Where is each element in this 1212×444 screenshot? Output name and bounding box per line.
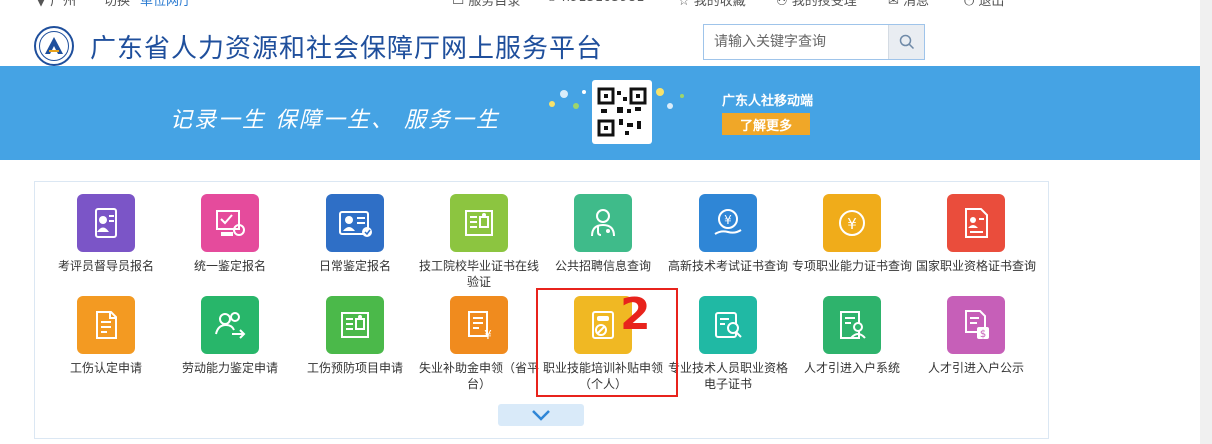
diploma-icon xyxy=(450,194,508,252)
doctor-icon xyxy=(574,194,632,252)
learn-more-button[interactable]: 了解更多 xyxy=(722,113,810,135)
user-account-link[interactable]: ⚇ n915105981 xyxy=(546,0,644,5)
messages-link[interactable]: ✉ 消息 xyxy=(888,0,929,9)
decorative-bubbles-icon xyxy=(549,90,586,109)
logout-label: 退出 xyxy=(978,0,1005,9)
service-label: 专业技术人员职业资格电子证书 xyxy=(668,361,789,391)
svg-text:¥: ¥ xyxy=(484,328,492,342)
document-person-icon xyxy=(947,194,1005,252)
service-talent-household-publicity[interactable]: $ 人才引进入户公示 xyxy=(914,296,1038,376)
service-label: 工伤预防项目申请 xyxy=(306,361,403,375)
logout-link[interactable]: ⏻ 退出 xyxy=(964,0,1004,9)
service-public-recruitment[interactable]: 公共招聘信息查询 xyxy=(541,194,665,274)
region-label: 广州 xyxy=(50,0,77,9)
svg-text:¥: ¥ xyxy=(847,215,857,233)
search-box xyxy=(703,24,925,60)
service-technical-school-verification[interactable]: 技工院校毕业证书在线验证 xyxy=(417,194,541,290)
service-unemployment-subsidy[interactable]: ¥ 失业补助金申领（省平台） xyxy=(417,296,541,392)
decorative-bubbles-icon xyxy=(656,88,684,109)
service-labor-ability-appraisal[interactable]: 劳动能力鉴定申请 xyxy=(168,296,292,376)
search-certificate-icon xyxy=(699,296,757,354)
document-plus-icon xyxy=(77,296,135,354)
expand-more-button[interactable] xyxy=(498,404,584,426)
service-talent-household-system[interactable]: 人才引进入户系统 xyxy=(790,296,914,376)
people-exchange-icon xyxy=(201,296,259,354)
banner-slogan: 记录一生 保障一生、 服务一生 xyxy=(170,108,500,133)
service-label: 公共招聘信息查询 xyxy=(554,259,651,273)
svg-text:$: $ xyxy=(980,329,986,340)
service-national-qualification[interactable]: 国家职业资格证书查询 xyxy=(914,194,1038,274)
person-document-icon xyxy=(823,296,881,354)
service-label: 考评员督导员报名 xyxy=(57,259,154,273)
certificate-box-icon xyxy=(326,296,384,354)
document-yen-icon: ¥ xyxy=(450,296,508,354)
switch-link[interactable]: 切换 xyxy=(104,0,130,9)
site-header: 广东省人力资源和社会保障厅网上服务平台 xyxy=(0,14,1212,70)
search-input[interactable] xyxy=(704,25,888,59)
favorites-label: 我的收藏 xyxy=(693,0,746,9)
id-card-icon xyxy=(77,194,135,252)
service-work-injury-application[interactable]: 工伤认定申请 xyxy=(44,296,168,376)
handled-label: 我的授受理 xyxy=(791,0,857,9)
site-logo-icon[interactable] xyxy=(34,26,74,66)
service-label: 高新技术考试证书查询 xyxy=(668,259,789,273)
qr-code xyxy=(592,80,652,144)
mobile-app-label: 广东人社移动端 xyxy=(722,94,814,109)
service-daily-appraisal[interactable]: 日常鉴定报名 xyxy=(293,194,417,274)
service-label: 人才引进入户公示 xyxy=(927,361,1024,375)
service-label: 人才引进入户系统 xyxy=(803,361,900,375)
service-label: 专项职业能力证书查询 xyxy=(792,259,913,273)
service-label: 国家职业资格证书查询 xyxy=(916,259,1037,273)
user-account-label: n915105981 xyxy=(562,0,645,5)
search-icon xyxy=(899,34,914,50)
certificate-icon xyxy=(201,194,259,252)
service-directory-label: 服务目录 xyxy=(468,0,521,9)
unit-hall-link[interactable]: 单位网厅 xyxy=(140,0,192,9)
svg-text:¥: ¥ xyxy=(724,213,732,227)
service-label: 技工院校毕业证书在线验证 xyxy=(419,259,540,289)
service-high-tech-certificate[interactable]: ¥ 高新技术考试证书查询 xyxy=(666,194,790,274)
site-title: 广东省人力资源和社会保障厅网上服务平台 xyxy=(90,34,604,64)
service-unified-appraisal[interactable]: 统一鉴定报名 xyxy=(168,194,292,274)
qr-code-icon xyxy=(597,87,647,137)
top-utility-bar: ▼ 广州 切换 单位网厅 ▭ 服务目录 ⚇ n915105981 ☆ 我的收藏 … xyxy=(0,0,1212,9)
highlight-box xyxy=(536,288,678,397)
search-button[interactable] xyxy=(888,25,924,59)
promo-banner: 记录一生 保障一生、 服务一生 广东人社移动端 了解更多 xyxy=(0,66,1200,160)
messages-label: 消息 xyxy=(903,0,930,9)
page-scrollbar-area[interactable] xyxy=(1200,0,1212,444)
service-label: 工伤认定申请 xyxy=(69,361,142,375)
region-selector[interactable]: ▼ 广州 xyxy=(36,0,76,9)
document-money-icon: $ xyxy=(947,296,1005,354)
service-label: 日常鉴定报名 xyxy=(318,259,391,273)
profile-card-icon xyxy=(326,194,384,252)
service-professional-e-certificate[interactable]: 专业技术人员职业资格电子证书 xyxy=(666,296,790,392)
favorites-link[interactable]: ☆ 我的收藏 xyxy=(678,0,746,9)
service-examiner-registration[interactable]: 考评员督导员报名 xyxy=(44,194,168,274)
yen-hand-icon: ¥ xyxy=(699,194,757,252)
service-label: 统一鉴定报名 xyxy=(193,259,266,273)
yen-coin-icon: ¥ xyxy=(823,194,881,252)
service-label: 失业补助金申领（省平台） xyxy=(419,361,540,391)
annotation-number: 2 xyxy=(620,289,651,340)
chevron-down-icon xyxy=(532,410,550,421)
service-injury-prevention[interactable]: 工伤预防项目申请 xyxy=(293,296,417,376)
service-directory-link[interactable]: ▭ 服务目录 xyxy=(452,0,520,9)
handled-link[interactable]: ⚇ 我的授受理 xyxy=(776,0,857,9)
service-label: 劳动能力鉴定申请 xyxy=(181,361,278,375)
service-special-ability-certificate[interactable]: ¥ 专项职业能力证书查询 xyxy=(790,194,914,274)
